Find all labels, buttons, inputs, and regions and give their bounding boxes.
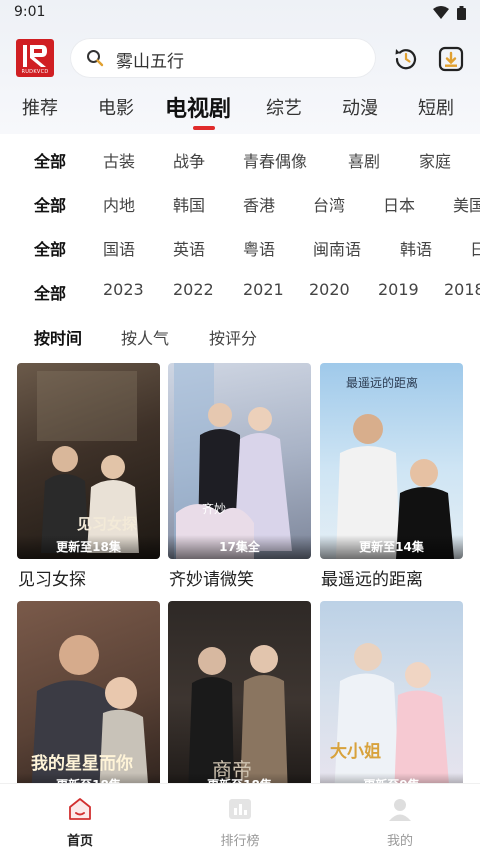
nav-home-label: 首页 — [66, 834, 93, 849]
show-card[interactable]: 商帝 更新至18集 — [168, 601, 311, 797]
filter-genre-item[interactable]: 战争 — [173, 148, 205, 172]
episode-badge: 更新至14集 — [320, 535, 463, 559]
download-icon[interactable] — [438, 46, 464, 72]
filter-region-item[interactable]: 日本 — [383, 192, 415, 216]
poster-image[interactable]: 见习女探 更新至18集 — [17, 363, 160, 559]
filter-region-item[interactable]: 香港 — [243, 192, 275, 216]
episode-badge: 17集全 — [168, 535, 311, 559]
show-title[interactable]: 齐妙请微笑 — [169, 565, 254, 590]
filter-row-genre: 全部 古装 战争 青春偶像 喜剧 家庭 — [0, 148, 480, 178]
filter-region-item[interactable]: 韩国 — [173, 192, 205, 216]
sort-item[interactable]: 按时间 — [34, 325, 82, 349]
filter-row-region: 全部 内地 韩国 香港 台湾 日本 美国 — [0, 192, 480, 222]
filter-genre-item[interactable]: 家庭 — [419, 148, 451, 172]
filter-row-language: 全部 国语 英语 粤语 闽南语 韩语 日语 — [0, 236, 480, 266]
filter-genre-item[interactable]: 全部 — [34, 148, 66, 172]
filter-region-item[interactable]: 内地 — [103, 192, 135, 216]
poster-image[interactable]: 齐妙 17集全 — [168, 363, 311, 559]
show-title[interactable]: 见习女探 — [18, 565, 86, 590]
poster-art: 齐妙 — [174, 363, 292, 559]
filter-genre-item[interactable]: 青春偶像 — [243, 148, 307, 172]
filter-language-item[interactable]: 全部 — [34, 236, 66, 260]
poster-image[interactable]: 我的星星而你 更新至18集 — [17, 601, 160, 797]
poster-title-text: 我的星星而你 — [31, 753, 133, 774]
wifi-icon — [433, 6, 449, 19]
search-query: 雾山五行 — [116, 52, 184, 72]
filter-language-item[interactable]: 国语 — [103, 236, 135, 260]
bottom-nav: 首页 排行榜 我的 — [0, 783, 480, 856]
logo-caption: RUDKVCD — [21, 69, 49, 75]
tab-variety[interactable]: 综艺 — [266, 94, 302, 120]
filter-region-item[interactable]: 台湾 — [313, 192, 345, 216]
filter-language-item[interactable]: 闽南语 — [313, 236, 361, 260]
tab-movies[interactable]: 电影 — [98, 94, 134, 120]
show-card[interactable]: 齐妙 17集全 齐妙请微笑 — [168, 363, 311, 590]
search-input[interactable]: 雾山五行 — [70, 38, 376, 78]
show-card[interactable]: 我的星星而你 更新至18集 — [17, 601, 160, 797]
poster-art: 见习女探 — [37, 371, 139, 553]
filter-genre-item[interactable]: 喜剧 — [348, 148, 380, 172]
status-icons — [433, 6, 466, 20]
poster-title-text: 见习女探 — [77, 515, 137, 533]
poster-art: 商帝 — [188, 645, 288, 797]
nav-profile-label: 我的 — [386, 834, 413, 849]
poster-title-text: 齐妙 — [202, 501, 226, 516]
filter-year-item[interactable]: 2020 — [309, 280, 350, 299]
ranking-icon — [229, 799, 251, 819]
show-card[interactable]: 最遥远的距离 更新至14集 最遥远的距离 — [320, 363, 463, 590]
status-bar: 9:01 — [0, 0, 480, 26]
filter-row-year: 全部 2023 2022 2021 2020 2019 2018 — [0, 280, 480, 310]
episode-badge: 更新至18集 — [17, 535, 160, 559]
show-card[interactable]: 见习女探 更新至18集 见习女探 — [17, 363, 160, 590]
active-tab-indicator — [193, 126, 215, 130]
poster-title-text: 最遥远的距离 — [346, 375, 418, 390]
profile-icon — [389, 799, 411, 821]
filter-year-item[interactable]: 2023 — [103, 280, 144, 299]
app-logo[interactable]: RUDKVCD — [16, 39, 54, 77]
filter-year-item[interactable]: 全部 — [34, 280, 66, 304]
sort-item[interactable]: 按评分 — [209, 325, 257, 349]
poster-art: 最遥远的距离 — [336, 375, 454, 559]
home-icon — [69, 798, 91, 820]
poster-title-text: 大小姐 — [330, 741, 381, 762]
tab-anime[interactable]: 动漫 — [342, 94, 378, 120]
filter-year-item[interactable]: 2019 — [378, 280, 419, 299]
nav-ranking-label: 排行榜 — [220, 834, 260, 849]
history-icon[interactable] — [393, 46, 419, 72]
show-title[interactable]: 最遥远的距离 — [321, 565, 423, 590]
filter-row-sort: 按时间 按人气 按评分 — [0, 325, 480, 355]
poster-image[interactable]: 商帝 更新至18集 — [168, 601, 311, 797]
filter-region-item[interactable]: 全部 — [34, 192, 66, 216]
battery-icon — [457, 6, 466, 20]
filter-year-item[interactable]: 2021 — [243, 280, 284, 299]
filter-year-item[interactable]: 2022 — [173, 280, 214, 299]
poster-image[interactable]: 最遥远的距离 更新至14集 — [320, 363, 463, 559]
filter-language-item[interactable]: 英语 — [173, 236, 205, 260]
status-time: 9:01 — [14, 4, 46, 20]
filter-region-item[interactable]: 美国 — [453, 192, 480, 216]
poster-art: 大小姐 — [330, 643, 450, 797]
filter-year-item[interactable]: 2018 — [444, 280, 480, 299]
search-icon — [87, 50, 104, 67]
sort-item[interactable]: 按人气 — [121, 325, 169, 349]
filter-language-item[interactable]: 韩语 — [400, 236, 432, 260]
poster-art: 我的星星而你 — [31, 635, 149, 797]
tab-recommend[interactable]: 推荐 — [22, 94, 58, 120]
show-card[interactable]: 大小姐 更新至9集 — [320, 601, 463, 797]
tab-tv-series[interactable]: 电视剧 — [165, 91, 231, 123]
filter-genre-item[interactable]: 古装 — [103, 148, 135, 172]
filter-language-item[interactable]: 日语 — [470, 236, 480, 260]
filter-language-item[interactable]: 粤语 — [243, 236, 275, 260]
poster-image[interactable]: 大小姐 更新至9集 — [320, 601, 463, 797]
tab-short-drama[interactable]: 短剧 — [418, 94, 454, 120]
